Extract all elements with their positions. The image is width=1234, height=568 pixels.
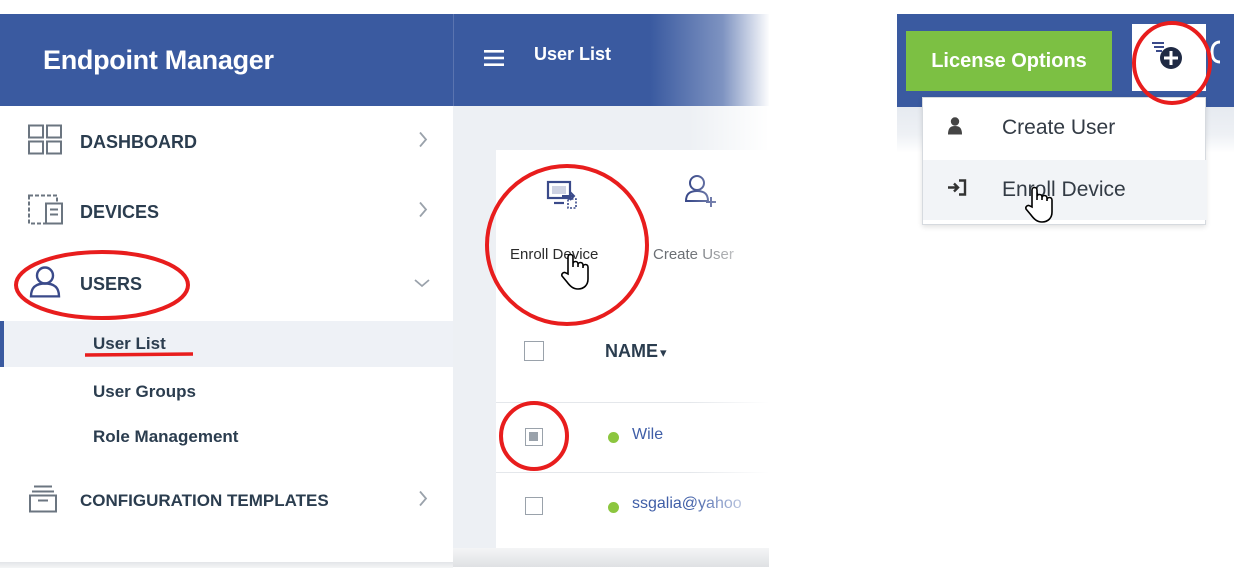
hand-cursor-icon (561, 253, 589, 290)
annotation-layer (14, 21, 1212, 471)
highlight-circle (1132, 21, 1212, 105)
hand-cursor-icon (1025, 186, 1053, 223)
highlight-circle (485, 164, 649, 326)
highlight-circle (499, 401, 569, 471)
highlight-circle (14, 250, 190, 320)
highlight-underline (84, 352, 194, 357)
